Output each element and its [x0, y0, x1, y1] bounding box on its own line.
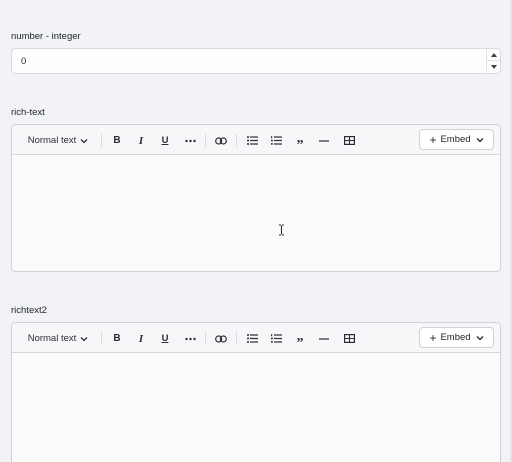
chevron-down-icon	[476, 335, 484, 340]
underline-button[interactable]: U	[159, 331, 171, 346]
toolbar-divider	[236, 332, 237, 345]
toolbar-divider	[236, 134, 237, 147]
richtext2-label: richtext2	[11, 305, 47, 316]
more-icon	[184, 139, 196, 142]
italic-button[interactable]: I	[135, 133, 147, 148]
link-icon	[215, 334, 227, 343]
table-icon	[343, 136, 355, 145]
decrement-button[interactable]	[487, 61, 500, 73]
numbered-list-button[interactable]	[269, 331, 283, 346]
rich-text-editor[interactable]: Normal text B I U ” + Embed	[11, 124, 501, 272]
chevron-down-icon	[80, 138, 88, 143]
chevron-down-icon	[476, 137, 484, 142]
richtext2-editor[interactable]: Normal text B I U ” + Embed	[11, 322, 501, 462]
quote-button[interactable]: ”	[294, 336, 306, 351]
more-icon	[184, 337, 196, 340]
richtext2-toolbar: Normal text B I U ” + Embed	[12, 323, 500, 353]
arrow-up-icon	[490, 52, 497, 57]
rich-text-content-area[interactable]	[12, 156, 500, 271]
horizontal-rule-icon	[319, 139, 329, 142]
toolbar-divider	[101, 134, 102, 147]
numbered-list-button[interactable]	[269, 133, 283, 148]
embed-button[interactable]: + Embed	[419, 129, 494, 150]
embed-button[interactable]: + Embed	[419, 327, 494, 348]
rich-text-toolbar: Normal text B I U ” + Embed	[12, 125, 500, 155]
text-style-dropdown[interactable]: Normal text	[25, 133, 91, 148]
embed-label: Embed	[440, 332, 471, 343]
text-style-dropdown[interactable]: Normal text	[25, 331, 91, 346]
quote-button[interactable]: ”	[294, 138, 306, 153]
bullet-list-button[interactable]	[245, 133, 259, 148]
number-integer-input[interactable]: 0	[11, 48, 501, 74]
table-icon	[343, 334, 355, 343]
horizontal-rule-icon	[319, 337, 329, 340]
bullet-list-icon	[246, 136, 258, 145]
number-stepper[interactable]	[486, 49, 500, 73]
italic-button[interactable]: I	[135, 331, 147, 346]
arrow-down-icon	[490, 65, 497, 69]
bullet-list-icon	[246, 334, 258, 343]
rich-text-label: rich-text	[11, 107, 45, 118]
link-icon	[215, 136, 227, 145]
bullet-list-button[interactable]	[245, 331, 259, 346]
table-button[interactable]	[342, 331, 356, 346]
numbered-list-icon	[270, 136, 282, 145]
toolbar-divider	[101, 332, 102, 345]
horizontal-rule-button[interactable]	[317, 133, 331, 148]
bold-button[interactable]: B	[111, 133, 123, 148]
bold-button[interactable]: B	[111, 331, 123, 346]
underline-button[interactable]: U	[159, 133, 171, 148]
table-button[interactable]	[342, 133, 356, 148]
horizontal-rule-button[interactable]	[317, 331, 331, 346]
numbered-list-icon	[270, 334, 282, 343]
toolbar-divider	[205, 134, 206, 147]
text-style-label: Normal text	[27, 333, 77, 344]
text-style-label: Normal text	[27, 135, 77, 146]
more-formatting-button[interactable]	[183, 133, 197, 148]
embed-label: Embed	[440, 134, 471, 145]
more-formatting-button[interactable]	[183, 331, 197, 346]
link-button[interactable]	[214, 133, 228, 148]
text-cursor-icon	[279, 224, 284, 236]
plus-icon: +	[429, 132, 437, 147]
number-value: 0	[21, 56, 27, 67]
chevron-down-icon	[80, 336, 88, 341]
increment-button[interactable]	[487, 49, 500, 61]
number-field-label: number - integer	[11, 31, 81, 42]
link-button[interactable]	[214, 331, 228, 346]
richtext2-content-area[interactable]	[12, 354, 500, 462]
plus-icon: +	[429, 330, 437, 345]
toolbar-divider	[205, 332, 206, 345]
